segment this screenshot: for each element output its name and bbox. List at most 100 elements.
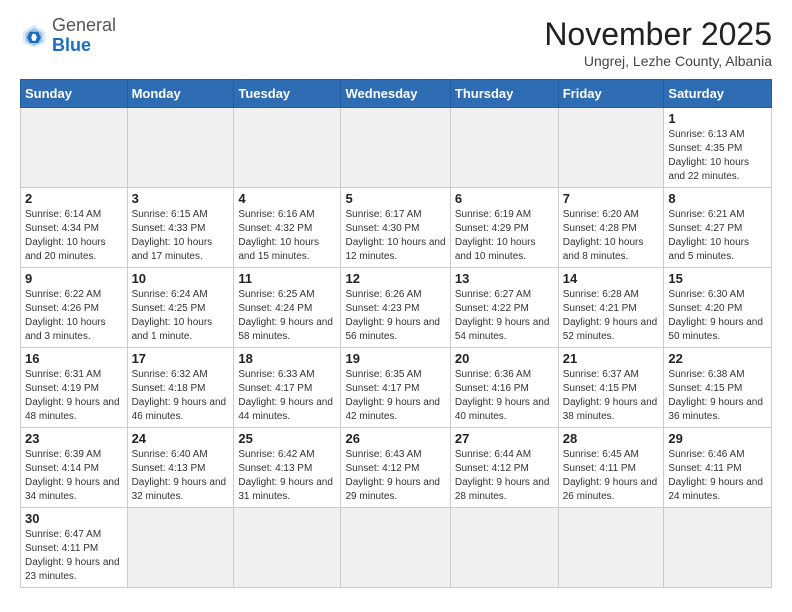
day-number: 15 <box>668 271 767 286</box>
calendar-cell: 24 Sunrise: 6:40 AM Sunset: 4:13 PM Dayli… <box>127 428 234 508</box>
week-row-1: 1 Sunrise: 6:13 AM Sunset: 4:35 PM Daylig… <box>21 108 772 188</box>
month-title: November 2025 <box>544 16 772 53</box>
weekday-header-sunday: Sunday <box>21 80 128 108</box>
logo-blue: Blue <box>52 35 91 55</box>
day-number: 5 <box>345 191 445 206</box>
calendar-cell <box>341 508 450 588</box>
location: Ungrej, Lezhe County, Albania <box>544 53 772 69</box>
day-info: Sunrise: 6:19 AM Sunset: 4:29 PM Dayligh… <box>455 208 554 264</box>
calendar-cell: 28 Sunrise: 6:45 AM Sunset: 4:11 PM Dayli… <box>558 428 664 508</box>
logo-general: General <box>52 15 116 35</box>
day-number: 9 <box>25 271 123 286</box>
day-info: Sunrise: 6:26 AM Sunset: 4:23 PM Dayligh… <box>345 288 445 344</box>
day-info: Sunrise: 6:35 AM Sunset: 4:17 PM Dayligh… <box>345 368 445 424</box>
calendar-cell <box>341 108 450 188</box>
day-info: Sunrise: 6:25 AM Sunset: 4:24 PM Dayligh… <box>238 288 336 344</box>
day-number: 17 <box>132 351 230 366</box>
calendar-cell: 3Sunrise: 6:15 AM Sunset: 4:33 PM Daylig… <box>127 188 234 268</box>
day-info: Sunrise: 6:15 AM Sunset: 4:33 PM Dayligh… <box>132 208 230 264</box>
week-row-5: 23Sunrise: 6:39 AM Sunset: 4:14 PM Dayli… <box>21 428 772 508</box>
calendar-cell <box>21 108 128 188</box>
calendar-cell <box>450 508 558 588</box>
day-info: Sunrise: 6:14 AM Sunset: 4:34 PM Dayligh… <box>25 208 123 264</box>
calendar-cell <box>450 108 558 188</box>
day-info: Sunrise: 6:42 AM Sunset: 4:13 PM Dayligh… <box>238 448 336 504</box>
calendar-cell: 15 Sunrise: 6:30 AM Sunset: 4:20 PM Dayli… <box>664 268 772 348</box>
day-number: 28 <box>563 431 660 446</box>
day-number: 19 <box>345 351 445 366</box>
day-info: Sunrise: 6:44 AM Sunset: 4:12 PM Dayligh… <box>455 448 554 504</box>
title-block: November 2025 Ungrej, Lezhe County, Alba… <box>544 16 772 69</box>
day-number: 13 <box>455 271 554 286</box>
weekday-header-row: SundayMondayTuesdayWednesdayThursdayFrid… <box>21 80 772 108</box>
day-info: Sunrise: 6:13 AM Sunset: 4:35 PM Dayligh… <box>668 128 767 184</box>
day-info: Sunrise: 6:17 AM Sunset: 4:30 PM Dayligh… <box>345 208 445 264</box>
day-info: Sunrise: 6:24 AM Sunset: 4:25 PM Dayligh… <box>132 288 230 344</box>
week-row-4: 16Sunrise: 6:31 AM Sunset: 4:19 PM Dayli… <box>21 348 772 428</box>
calendar-cell: 21 Sunrise: 6:37 AM Sunset: 4:15 PM Dayli… <box>558 348 664 428</box>
calendar-cell: 26 Sunrise: 6:43 AM Sunset: 4:12 PM Dayli… <box>341 428 450 508</box>
calendar-cell: 5 Sunrise: 6:17 AM Sunset: 4:30 PM Daylig… <box>341 188 450 268</box>
day-number: 22 <box>668 351 767 366</box>
day-number: 11 <box>238 271 336 286</box>
weekday-header-tuesday: Tuesday <box>234 80 341 108</box>
day-number: 21 <box>563 351 660 366</box>
day-number: 10 <box>132 271 230 286</box>
calendar-cell: 1 Sunrise: 6:13 AM Sunset: 4:35 PM Daylig… <box>664 108 772 188</box>
calendar-cell: 7 Sunrise: 6:20 AM Sunset: 4:28 PM Daylig… <box>558 188 664 268</box>
day-info: Sunrise: 6:22 AM Sunset: 4:26 PM Dayligh… <box>25 288 123 344</box>
calendar-cell: 6 Sunrise: 6:19 AM Sunset: 4:29 PM Daylig… <box>450 188 558 268</box>
day-info: Sunrise: 6:47 AM Sunset: 4:11 PM Dayligh… <box>25 528 123 584</box>
day-number: 7 <box>563 191 660 206</box>
logo-text: General Blue <box>52 16 116 56</box>
calendar-cell: 23Sunrise: 6:39 AM Sunset: 4:14 PM Dayli… <box>21 428 128 508</box>
day-info: Sunrise: 6:30 AM Sunset: 4:20 PM Dayligh… <box>668 288 767 344</box>
calendar-cell <box>558 108 664 188</box>
day-info: Sunrise: 6:43 AM Sunset: 4:12 PM Dayligh… <box>345 448 445 504</box>
day-info: Sunrise: 6:38 AM Sunset: 4:15 PM Dayligh… <box>668 368 767 424</box>
calendar-cell: 16Sunrise: 6:31 AM Sunset: 4:19 PM Dayli… <box>21 348 128 428</box>
day-number: 1 <box>668 111 767 126</box>
page: General Blue November 2025 Ungrej, Lezhe… <box>0 0 792 598</box>
header: General Blue November 2025 Ungrej, Lezhe… <box>20 16 772 69</box>
day-number: 23 <box>25 431 123 446</box>
day-number: 30 <box>25 511 123 526</box>
calendar-cell: 12 Sunrise: 6:26 AM Sunset: 4:23 PM Dayli… <box>341 268 450 348</box>
weekday-header-friday: Friday <box>558 80 664 108</box>
week-row-6: 30 Sunrise: 6:47 AM Sunset: 4:11 PM Dayli… <box>21 508 772 588</box>
day-number: 27 <box>455 431 554 446</box>
calendar-cell <box>558 508 664 588</box>
calendar-cell: 2 Sunrise: 6:14 AM Sunset: 4:34 PM Daylig… <box>21 188 128 268</box>
day-number: 26 <box>345 431 445 446</box>
day-info: Sunrise: 6:37 AM Sunset: 4:15 PM Dayligh… <box>563 368 660 424</box>
calendar-cell: 29Sunrise: 6:46 AM Sunset: 4:11 PM Dayli… <box>664 428 772 508</box>
calendar-cell: 30 Sunrise: 6:47 AM Sunset: 4:11 PM Dayli… <box>21 508 128 588</box>
weekday-header-monday: Monday <box>127 80 234 108</box>
day-number: 24 <box>132 431 230 446</box>
day-number: 2 <box>25 191 123 206</box>
day-number: 8 <box>668 191 767 206</box>
day-number: 12 <box>345 271 445 286</box>
calendar-cell: 27 Sunrise: 6:44 AM Sunset: 4:12 PM Dayli… <box>450 428 558 508</box>
day-info: Sunrise: 6:20 AM Sunset: 4:28 PM Dayligh… <box>563 208 660 264</box>
calendar-cell: 13Sunrise: 6:27 AM Sunset: 4:22 PM Dayli… <box>450 268 558 348</box>
day-info: Sunrise: 6:33 AM Sunset: 4:17 PM Dayligh… <box>238 368 336 424</box>
calendar-cell: 17Sunrise: 6:32 AM Sunset: 4:18 PM Dayli… <box>127 348 234 428</box>
calendar-cell: 9 Sunrise: 6:22 AM Sunset: 4:26 PM Daylig… <box>21 268 128 348</box>
calendar-cell <box>127 508 234 588</box>
week-row-2: 2 Sunrise: 6:14 AM Sunset: 4:34 PM Daylig… <box>21 188 772 268</box>
day-info: Sunrise: 6:16 AM Sunset: 4:32 PM Dayligh… <box>238 208 336 264</box>
day-info: Sunrise: 6:31 AM Sunset: 4:19 PM Dayligh… <box>25 368 123 424</box>
calendar-cell: 18 Sunrise: 6:33 AM Sunset: 4:17 PM Dayli… <box>234 348 341 428</box>
calendar-cell <box>664 508 772 588</box>
day-info: Sunrise: 6:40 AM Sunset: 4:13 PM Dayligh… <box>132 448 230 504</box>
week-row-3: 9 Sunrise: 6:22 AM Sunset: 4:26 PM Daylig… <box>21 268 772 348</box>
day-info: Sunrise: 6:45 AM Sunset: 4:11 PM Dayligh… <box>563 448 660 504</box>
calendar-cell <box>127 108 234 188</box>
calendar-cell: 22 Sunrise: 6:38 AM Sunset: 4:15 PM Dayli… <box>664 348 772 428</box>
day-number: 18 <box>238 351 336 366</box>
calendar-cell <box>234 508 341 588</box>
day-number: 20 <box>455 351 554 366</box>
day-number: 6 <box>455 191 554 206</box>
day-number: 4 <box>238 191 336 206</box>
